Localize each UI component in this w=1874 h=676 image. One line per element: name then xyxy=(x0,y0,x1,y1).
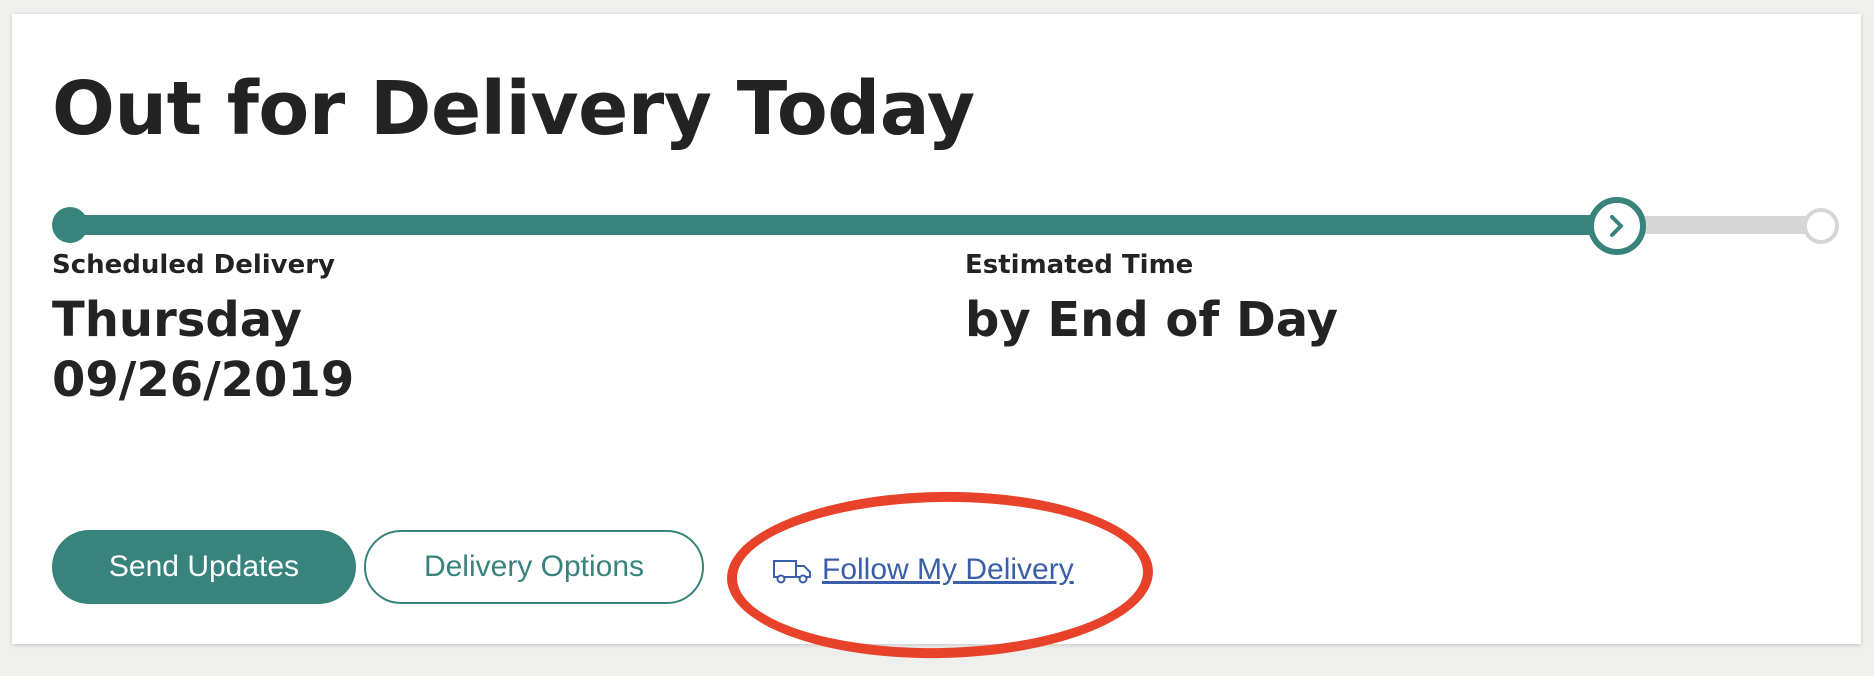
send-updates-button[interactable]: Send Updates xyxy=(52,530,356,604)
scheduled-date: 09/26/2019 xyxy=(52,352,355,408)
progress-step-start xyxy=(52,207,88,243)
scheduled-day: Thursday xyxy=(52,292,302,348)
delivery-status-card: Out for Delivery Today Scheduled Deliver… xyxy=(12,14,1861,662)
estimated-time-value: by End of Day xyxy=(965,292,1339,348)
page-title: Out for Delivery Today xyxy=(52,66,975,152)
scheduled-delivery-label: Scheduled Delivery xyxy=(52,250,336,280)
chevron-right-icon xyxy=(1610,215,1623,237)
progress-step-current xyxy=(1588,197,1646,255)
progress-track-completed xyxy=(69,215,1609,235)
estimated-time-label: Estimated Time xyxy=(965,250,1194,280)
progress-step-end xyxy=(1803,208,1839,244)
scheduled-delivery-value: Thursday 09/26/2019 xyxy=(52,290,354,410)
delivery-options-button[interactable]: Delivery Options xyxy=(364,530,704,604)
highlight-annotation-ellipse xyxy=(725,488,1155,662)
